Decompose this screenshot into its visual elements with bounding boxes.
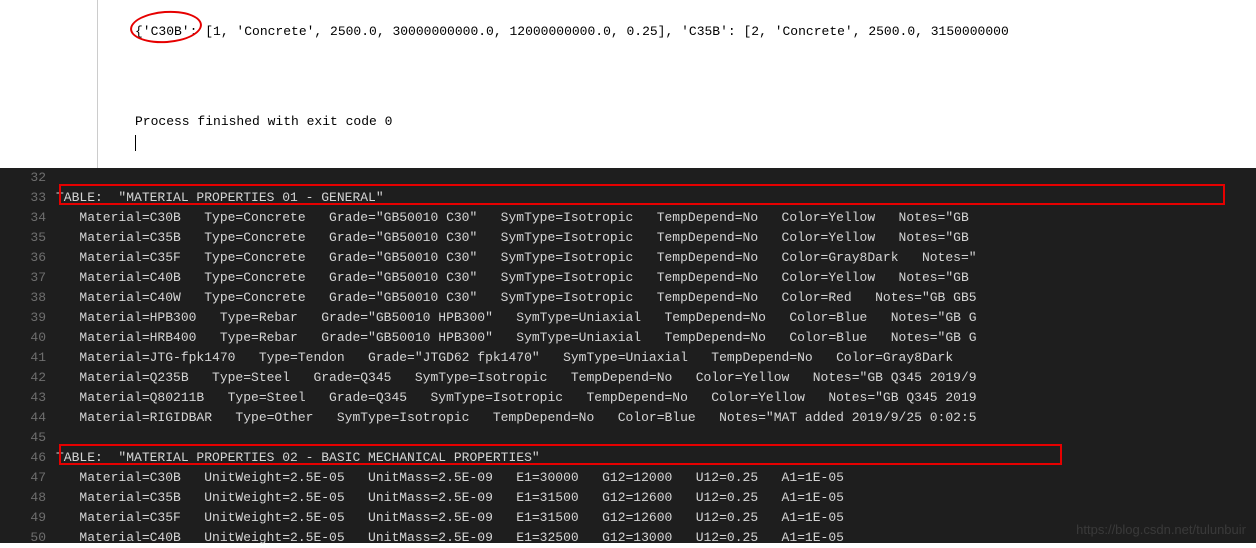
code-text: Material=C40W Type=Concrete Grade="GB500…: [56, 288, 1256, 308]
code-text: Material=C30B UnitWeight=2.5E-05 UnitMas…: [56, 468, 1256, 488]
line-number: 48: [0, 488, 56, 508]
code-text: Material=JTG-fpk1470 Type=Tendon Grade="…: [56, 348, 1256, 368]
code-line[interactable]: 36 Material=C35F Type=Concrete Grade="GB…: [0, 248, 1256, 268]
code-line[interactable]: 41 Material=JTG-fpk1470 Type=Tendon Grad…: [0, 348, 1256, 368]
code-line[interactable]: 47 Material=C30B UnitWeight=2.5E-05 Unit…: [0, 468, 1256, 488]
code-text: Material=C40B Type=Concrete Grade="GB500…: [56, 268, 1256, 288]
code-line[interactable]: 43 Material=Q80211B Type=Steel Grade=Q34…: [0, 388, 1256, 408]
watermark-text: https://blog.csdn.net/tulunbuir: [1076, 522, 1246, 537]
text-cursor: [135, 135, 136, 151]
code-line[interactable]: 49 Material=C35F UnitWeight=2.5E-05 Unit…: [0, 508, 1256, 528]
code-line[interactable]: 44 Material=RIGIDBAR Type=Other SymType=…: [0, 408, 1256, 428]
line-number: 35: [0, 228, 56, 248]
code-line[interactable]: 48 Material=C35B UnitWeight=2.5E-05 Unit…: [0, 488, 1256, 508]
code-line[interactable]: 40 Material=HRB400 Type=Rebar Grade="GB5…: [0, 328, 1256, 348]
line-number: 49: [0, 508, 56, 528]
line-number: 44: [0, 408, 56, 428]
code-line[interactable]: 45: [0, 428, 1256, 448]
console-output-area: {'C30B': [1, 'Concrete', 2500.0, 3000000…: [0, 0, 1256, 168]
line-number: 45: [0, 428, 56, 448]
code-editor[interactable]: 3233TABLE: "MATERIAL PROPERTIES 01 - GEN…: [0, 168, 1256, 543]
line-number: 38: [0, 288, 56, 308]
line-number: 47: [0, 468, 56, 488]
line-number: 32: [0, 168, 56, 188]
line-number: 36: [0, 248, 56, 268]
line-number: 33: [0, 188, 56, 208]
code-line[interactable]: 38 Material=C40W Type=Concrete Grade="GB…: [0, 288, 1256, 308]
line-number: 46: [0, 448, 56, 468]
line-number: 37: [0, 268, 56, 288]
code-line[interactable]: 39 Material=HPB300 Type=Rebar Grade="GB5…: [0, 308, 1256, 328]
code-text: TABLE: "MATERIAL PROPERTIES 02 - BASIC M…: [56, 448, 1256, 468]
code-text: Material=Q235B Type=Steel Grade=Q345 Sym…: [56, 368, 1256, 388]
line-number: 43: [0, 388, 56, 408]
line-number: 40: [0, 328, 56, 348]
code-line[interactable]: 32: [0, 168, 1256, 188]
line-number: 41: [0, 348, 56, 368]
code-line[interactable]: 35 Material=C35B Type=Concrete Grade="GB…: [0, 228, 1256, 248]
code-text: Material=C30B Type=Concrete Grade="GB500…: [56, 208, 1256, 228]
code-text: Material=Q80211B Type=Steel Grade=Q345 S…: [56, 388, 1256, 408]
code-line[interactable]: 42 Material=Q235B Type=Steel Grade=Q345 …: [0, 368, 1256, 388]
code-text: Material=C35F Type=Concrete Grade="GB500…: [56, 248, 1256, 268]
line-number: 42: [0, 368, 56, 388]
console-output-line: {'C30B': [1, 'Concrete', 2500.0, 3000000…: [135, 24, 1009, 39]
line-number: 50: [0, 528, 56, 548]
line-number: 34: [0, 208, 56, 228]
code-line[interactable]: 33TABLE: "MATERIAL PROPERTIES 01 - GENER…: [0, 188, 1256, 208]
process-exit-message: Process finished with exit code 0: [135, 114, 392, 129]
gutter-divider: [97, 0, 98, 168]
line-number: 39: [0, 308, 56, 328]
code-text: Material=C35B UnitWeight=2.5E-05 UnitMas…: [56, 488, 1256, 508]
code-text: Material=C35B Type=Concrete Grade="GB500…: [56, 228, 1256, 248]
code-text: Material=HPB300 Type=Rebar Grade="GB5001…: [56, 308, 1256, 328]
code-line[interactable]: 50 Material=C40B UnitWeight=2.5E-05 Unit…: [0, 528, 1256, 548]
code-line[interactable]: 34 Material=C30B Type=Concrete Grade="GB…: [0, 208, 1256, 228]
code-text: Material=HRB400 Type=Rebar Grade="GB5001…: [56, 328, 1256, 348]
code-text: [56, 168, 1256, 188]
code-line[interactable]: 37 Material=C40B Type=Concrete Grade="GB…: [0, 268, 1256, 288]
code-line[interactable]: 46TABLE: "MATERIAL PROPERTIES 02 - BASIC…: [0, 448, 1256, 468]
code-text: Material=RIGIDBAR Type=Other SymType=Iso…: [56, 408, 1256, 428]
code-text: TABLE: "MATERIAL PROPERTIES 01 - GENERAL…: [56, 188, 1256, 208]
code-text: [56, 428, 1256, 448]
